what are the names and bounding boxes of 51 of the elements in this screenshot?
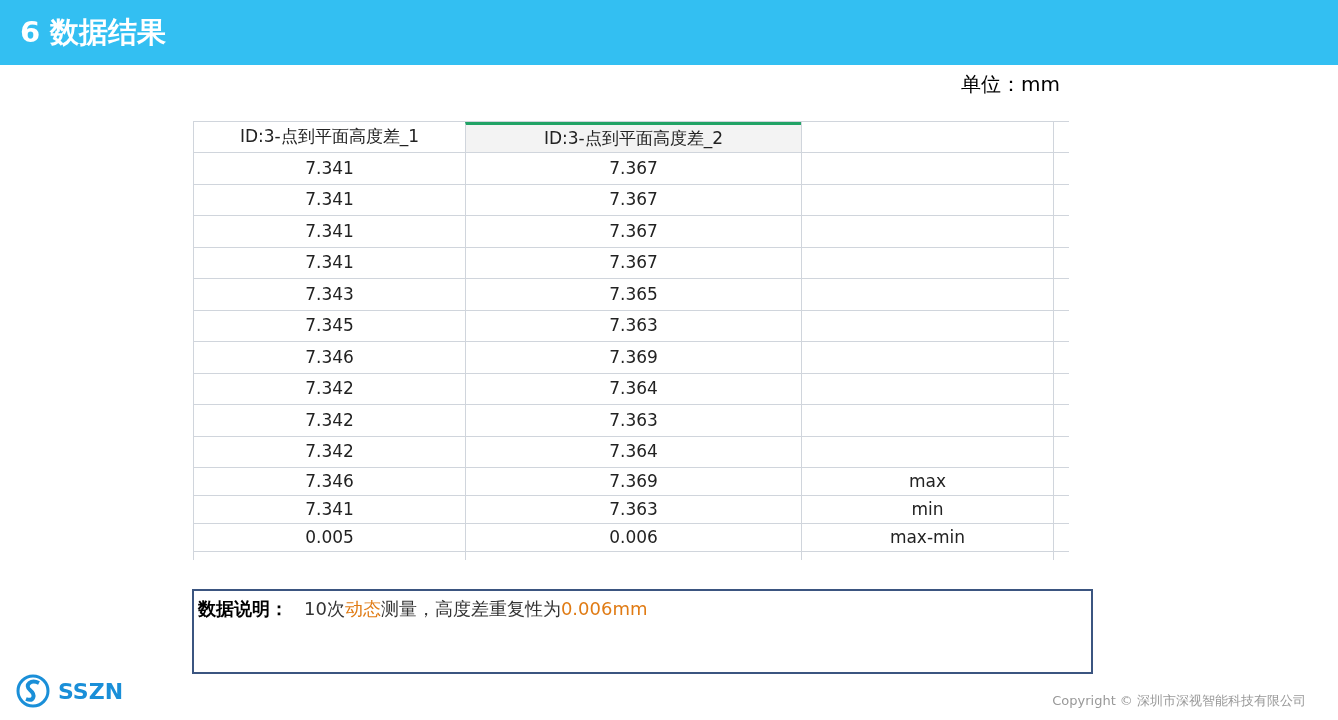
- table-cell: 7.369: [465, 342, 801, 374]
- table-cell: [1053, 216, 1069, 248]
- logo-icon: [16, 674, 50, 708]
- table-cell: 7.364: [465, 373, 801, 405]
- table-cell: 7.364: [465, 436, 801, 468]
- table-cell: 7.346: [193, 468, 465, 496]
- table-cell: 7.341: [193, 184, 465, 216]
- table-cell: [1053, 405, 1069, 437]
- slide-title: 6 数据结果: [20, 13, 167, 51]
- table-cell: 7.341: [193, 496, 465, 524]
- column-header[interactable]: [801, 122, 1053, 153]
- table-cell: [1053, 373, 1069, 405]
- table-cell: 7.342: [193, 373, 465, 405]
- table-cell: max: [801, 468, 1053, 496]
- table-cell: 7.341: [193, 216, 465, 248]
- table-cell: [1053, 310, 1069, 342]
- table-cell: [1053, 279, 1069, 311]
- unit-label: 单位：mm: [961, 71, 1060, 95]
- table-cell: [1053, 153, 1069, 185]
- table-cell: [1053, 247, 1069, 279]
- table-cell: 7.341: [193, 247, 465, 279]
- table-cell: [1053, 184, 1069, 216]
- note-text: 10次动态测量，高度差重复性为0.006mm: [304, 597, 648, 621]
- table-cell: 7.363: [465, 496, 801, 524]
- table-cell: [1053, 436, 1069, 468]
- table-cell: 7.363: [465, 310, 801, 342]
- table-cell: min: [801, 496, 1053, 524]
- column-header[interactable]: ID:3-点到平面高度差_2: [465, 122, 801, 153]
- table-cell: [1053, 342, 1069, 374]
- table-cell: 7.341: [193, 153, 465, 185]
- table-cell: 7.343: [193, 279, 465, 311]
- column-header[interactable]: ID:3-点到平面高度差_1: [193, 122, 465, 153]
- copyright-text: Copyright © 深圳市深视智能科技有限公司: [1052, 691, 1306, 710]
- table-cell: 7.367: [465, 216, 801, 248]
- table-cell: max-min: [801, 524, 1053, 552]
- table-cell: 7.367: [465, 247, 801, 279]
- table-cell: 7.345: [193, 310, 465, 342]
- table-cell: 7.342: [193, 405, 465, 437]
- table-cell: [1053, 496, 1069, 524]
- table-cell: 7.346: [193, 342, 465, 374]
- table-cell: 0.005: [193, 524, 465, 552]
- table-cell: 0.006: [465, 524, 801, 552]
- table-cell: 7.342: [193, 436, 465, 468]
- table-cell: 7.367: [465, 153, 801, 185]
- table-cell: [1053, 468, 1069, 496]
- table-cell: 7.365: [465, 279, 801, 311]
- table-cell: 7.367: [465, 184, 801, 216]
- note-label: 数据说明：: [198, 597, 288, 621]
- table-cell: 7.369: [465, 468, 801, 496]
- logo-text: SSZN: [58, 677, 124, 706]
- table-cell: 7.363: [465, 405, 801, 437]
